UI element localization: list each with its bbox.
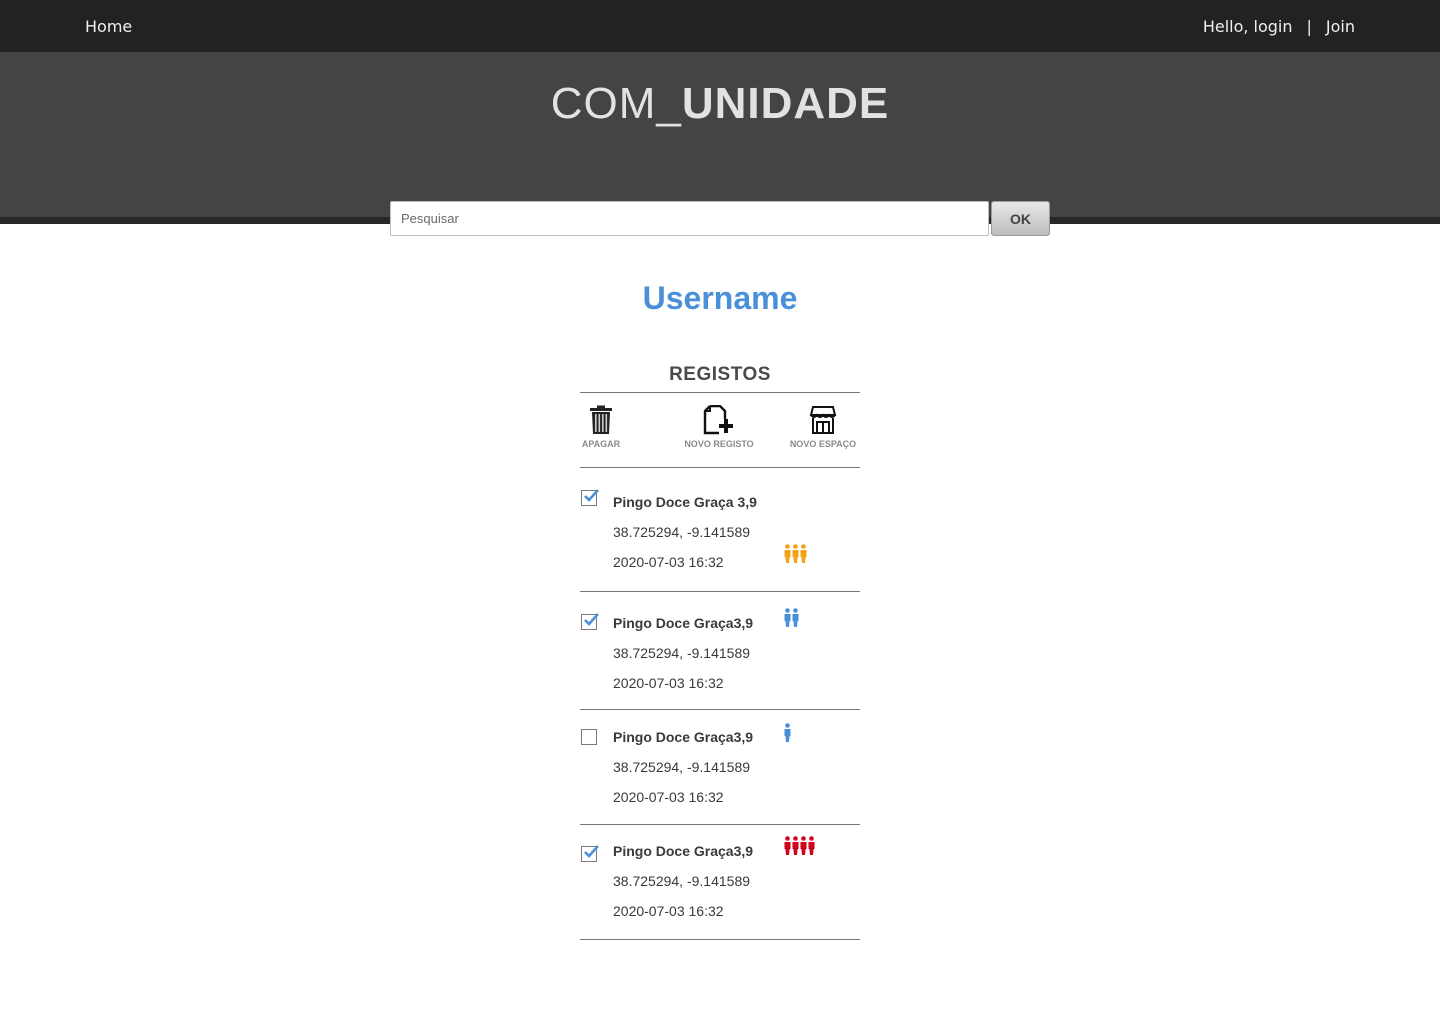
record-name: Pingo Doce Graça3,9 <box>613 615 754 631</box>
new-record-button[interactable]: NOVO REGISTO <box>679 405 759 449</box>
file-plus-icon <box>679 405 759 435</box>
login-link[interactable]: Hello, login <box>1203 17 1293 36</box>
person-icon <box>784 836 791 855</box>
logo-light-text: COM_ <box>550 79 682 128</box>
person-icon <box>792 608 799 627</box>
registos-title: REGISTOS <box>580 364 860 393</box>
record-checkbox[interactable] <box>581 489 599 506</box>
record-name: Pingo Doce Graça3,9 <box>613 843 754 859</box>
person-icon <box>784 608 791 627</box>
site-header: COM_UNIDADE OK <box>0 52 1440 236</box>
record-coordinates: 38.725294, -9.141589 <box>613 645 751 661</box>
person-icon <box>800 836 807 855</box>
checkmark-icon <box>584 845 599 858</box>
crowd-level-indicator <box>784 836 815 856</box>
join-link[interactable]: Join <box>1326 17 1355 36</box>
delete-label: APAGAR <box>581 439 621 449</box>
person-icon <box>784 544 791 563</box>
record-checkbox[interactable] <box>581 729 597 745</box>
person-icon <box>792 544 799 563</box>
new-record-label: NOVO REGISTO <box>684 439 754 449</box>
record-coordinates: 38.725294, -9.141589 <box>613 759 751 775</box>
person-icon <box>800 544 807 563</box>
person-icon <box>808 836 815 855</box>
record-name: Pingo Doce Graça 3,9 <box>613 494 757 510</box>
record-datetime: 2020-07-03 16:32 <box>613 554 724 570</box>
main-content: Username REGISTOS APAGAR NOVO REGISTO NO… <box>0 224 1440 1024</box>
store-icon <box>785 405 861 435</box>
record-checkbox[interactable] <box>581 845 599 862</box>
top-navbar: Home Hello, login | Join <box>0 0 1440 52</box>
record-item: Pingo Doce Graça3,9 38.725294, -9.141589 2… <box>580 710 860 825</box>
checkmark-icon <box>584 489 599 502</box>
record-name: Pingo Doce Graça3,9 <box>613 729 754 745</box>
record-item: Pingo Doce Graça3,9 38.725294, -9.141589 2… <box>580 825 860 940</box>
record-item: Pingo Doce Graça3,9 38.725294, -9.141589 2… <box>580 592 860 710</box>
record-datetime: 2020-07-03 16:32 <box>613 789 724 805</box>
trash-icon <box>580 405 622 435</box>
person-icon <box>784 723 791 742</box>
auth-links: Hello, login | Join <box>1203 17 1355 36</box>
record-coordinates: 38.725294, -9.141589 <box>613 524 751 540</box>
new-space-label: NOVO ESPAÇO <box>789 439 857 449</box>
registos-actions: APAGAR NOVO REGISTO NOVO ESPAÇO <box>580 393 860 468</box>
username-heading: Username <box>642 280 798 316</box>
checkmark-icon <box>584 613 599 626</box>
home-link[interactable]: Home <box>85 17 132 36</box>
records-list: Pingo Doce Graça 3,9 38.725294, -9.141589… <box>580 468 860 940</box>
crowd-level-indicator <box>784 723 791 743</box>
registos-panel: REGISTOS APAGAR NOVO REGISTO NOVO ESPAÇO… <box>580 364 860 940</box>
record-coordinates: 38.725294, -9.141589 <box>613 873 751 889</box>
logo-bold-text: UNIDADE <box>681 79 890 128</box>
site-logo[interactable]: COM_UNIDADE <box>0 79 1440 129</box>
crowd-level-indicator <box>784 608 799 628</box>
record-datetime: 2020-07-03 16:32 <box>613 903 724 919</box>
record-datetime: 2020-07-03 16:32 <box>613 675 724 691</box>
record-checkbox[interactable] <box>581 613 599 630</box>
nav-separator: | <box>1306 16 1312 36</box>
new-space-button[interactable]: NOVO ESPAÇO <box>785 405 861 449</box>
delete-button[interactable]: APAGAR <box>580 405 622 449</box>
person-icon <box>792 836 799 855</box>
record-item: Pingo Doce Graça 3,9 38.725294, -9.141589… <box>580 468 860 592</box>
crowd-level-indicator <box>784 544 807 564</box>
